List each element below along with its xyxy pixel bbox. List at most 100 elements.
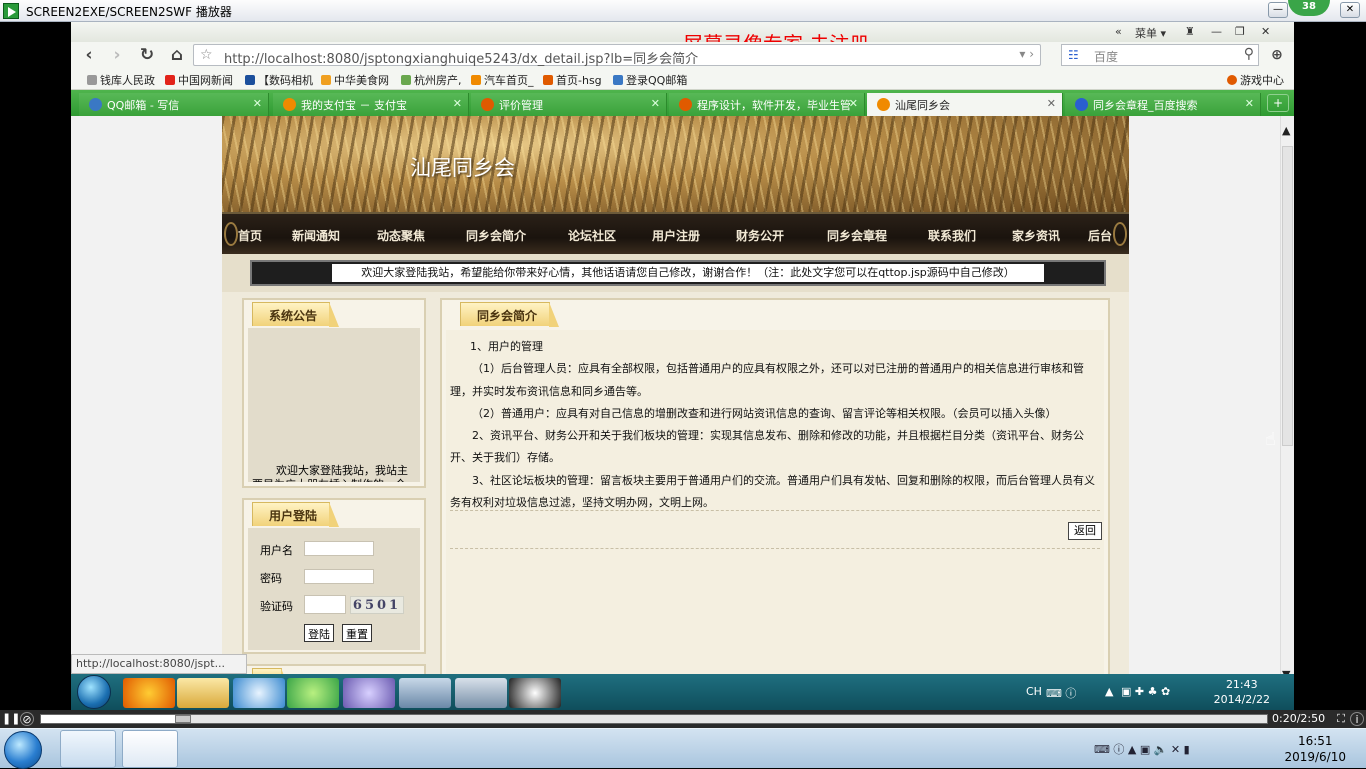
nav-ornament-icon [224,222,238,246]
close-icon[interactable]: ✕ [453,97,462,110]
media-app-icon[interactable] [123,678,175,708]
minimize-button[interactable]: — [1268,2,1288,18]
qq-icon[interactable] [509,678,561,708]
input-language[interactable]: CH [1026,685,1042,698]
close-icon[interactable]: ✕ [651,97,660,110]
e-browser-icon[interactable] [287,678,339,708]
skin-icon[interactable]: ♜ [1185,25,1195,38]
captcha-input[interactable] [304,595,346,614]
inner-date: 2014/2/22 [1213,693,1270,706]
bookmark-item[interactable]: 钱库人民政 [87,72,155,88]
minimize-icon[interactable]: — [1211,25,1222,38]
close-icon[interactable]: ✕ [1340,2,1360,18]
tab-review-admin[interactable]: 评价管理 ✕ [471,93,667,116]
baidu-icon[interactable]: ☷ [1068,48,1079,62]
nav-contact[interactable]: 联系我们 [928,227,976,244]
eclipse-icon[interactable] [343,678,395,708]
content-paragraph: 2、资讯平台、财务公开和关于我们板块的管理：实现其信息发布、删除和修改的功能，并… [450,429,1084,465]
nav-focus[interactable]: 动态聚焦 [377,227,425,244]
nav-news[interactable]: 新闻通知 [292,227,340,244]
bookmark-item[interactable]: 【数码相机 [245,72,313,88]
nav-home[interactable]: 首页 [238,227,262,244]
site-title: 汕尾同乡会 [410,156,515,180]
back-arrow-icon[interactable]: ‹ [79,45,99,65]
restore-icon[interactable]: ❐ [1235,25,1245,38]
collapse-icon[interactable]: « [1115,25,1122,38]
bookmark-item[interactable]: 中国网新闻 [165,72,233,88]
home-icon[interactable]: ⌂ [167,45,187,65]
nav-forum[interactable]: 论坛社区 [568,227,616,244]
explorer-folder-icon[interactable] [60,730,116,768]
nav-hometown-news[interactable]: 家乡资讯 [1012,227,1060,244]
close-icon[interactable]: ✕ [1245,97,1254,110]
stop-icon[interactable]: ⊘ [20,712,34,726]
inner-clock[interactable]: 21:43 2014/2/22 [1214,677,1270,707]
login-form: 用户名 密码 验证码 6501 登陆 重置 [248,528,420,650]
progress-track[interactable] [40,714,1268,724]
scroll-up-icon[interactable]: ▲ [1282,124,1290,137]
marquee-frame: 欢迎大家登陆我站，希望能给你带来好心情，其他话语请您自己修改，谢谢合作！（注：此… [250,260,1106,286]
search-input[interactable]: ☷ 百度 ⚲ [1061,44,1259,66]
nav-intro[interactable]: 同乡会简介 [466,227,526,244]
reset-button[interactable]: 重置 [342,624,372,642]
bookmark-item[interactable]: 杭州房产, [401,72,462,88]
download-icon[interactable]: ⊕ [1267,45,1287,65]
status-url: http://localhost:8080/jspt... [71,654,247,674]
search-icon[interactable]: ⚲ [1244,46,1254,62]
player-app-taskbar-icon[interactable] [122,730,178,768]
outer-clock[interactable]: 16:51 2019/6/10 [1284,733,1346,765]
notice-box: 系统公告 欢迎大家登陆我站，我站主要是为广大朋友插入制作的，今后 [242,298,426,488]
tab-alipay[interactable]: 我的支付宝 － 支付宝 ✕ [273,93,469,116]
tab-shanwei[interactable]: 汕尾同乡会 ✕ [867,93,1063,116]
bookmark-item[interactable]: 汽车首页_ [471,72,534,88]
tools-icon[interactable] [399,678,451,708]
login-button[interactable]: 登陆 [304,624,334,642]
bookmark-icon [543,75,553,85]
keyboard-icon[interactable]: ⌨ ⓘ [1046,685,1076,701]
tray-expand-icon[interactable]: ▲ [1105,685,1113,698]
tab-baidu-search[interactable]: 同乡会章程_百度搜索 ✕ [1065,93,1261,116]
bookmark-star-icon[interactable]: ☆ [200,47,213,63]
login-box: 用户登陆 用户名 密码 验证码 6501 登陆 重置 [242,498,426,654]
game-center-link[interactable]: 游戏中心 [1227,72,1284,88]
progress-thumb[interactable] [175,715,192,723]
close-icon[interactable]: ✕ [1047,97,1056,110]
scroll-thumb[interactable] [1282,146,1293,446]
start-orb-icon[interactable] [4,731,42,769]
refresh-icon[interactable]: ↻ [137,45,157,65]
close-icon[interactable]: ✕ [1261,25,1270,38]
nav-admin[interactable]: 后台 [1088,227,1112,244]
bookmark-item[interactable]: 首页-hsg [543,72,602,88]
server-icon[interactable] [455,678,507,708]
nav-finance[interactable]: 财务公开 [736,227,784,244]
start-orb-icon[interactable] [77,675,111,709]
tray-apps-icon[interactable]: ▣ ✚ ♣ ✿ [1121,685,1170,698]
tab-qq-mail[interactable]: QQ邮箱 - 写信 ✕ [79,93,269,116]
back-button[interactable]: 返回 [1068,522,1102,540]
fullscreen-icon[interactable]: ⛶ [1334,712,1348,726]
close-icon[interactable]: ✕ [849,97,858,110]
tray-system-icons[interactable]: ⌨ ⓘ ▲ ▣ 🔈 ✕ ▮ [1094,741,1190,757]
address-bar[interactable]: ☆ http://localhost:8080/jsptongxianghuiq… [193,44,1041,67]
forward-arrow-icon[interactable]: › [107,45,127,65]
new-tab-icon[interactable]: + [1267,94,1289,112]
vertical-scrollbar[interactable]: ▲ ▼ [1280,116,1294,696]
pause-icon[interactable]: ❚❚ [2,712,20,726]
tab-programming[interactable]: 程序设计，软件开发，毕业生管 ✕ [669,93,865,116]
player-app-icon [3,3,19,19]
browser-menu-button[interactable]: 菜单 ▾ [1135,25,1166,41]
nav-charter[interactable]: 同乡会章程 [827,227,887,244]
username-input[interactable] [304,541,374,556]
bookmark-item[interactable]: 中华美食网 [321,72,389,88]
close-icon[interactable]: ✕ [253,97,262,110]
folder-icon[interactable] [177,678,229,708]
nav-register[interactable]: 用户注册 [652,227,700,244]
browser-app-icon[interactable] [233,678,285,708]
marquee-text: 欢迎大家登陆我站，希望能给你带来好心情，其他话语请您自己修改，谢谢合作！（注：此… [332,264,1044,282]
game-icon [1227,75,1237,85]
dropdown-icon[interactable]: ▾ › [1019,47,1034,61]
password-input[interactable] [304,569,374,584]
bookmark-item[interactable]: 登录QQ邮箱 [613,72,687,88]
captcha-image[interactable]: 6501 [350,596,404,614]
info-icon[interactable]: i [1350,712,1364,726]
